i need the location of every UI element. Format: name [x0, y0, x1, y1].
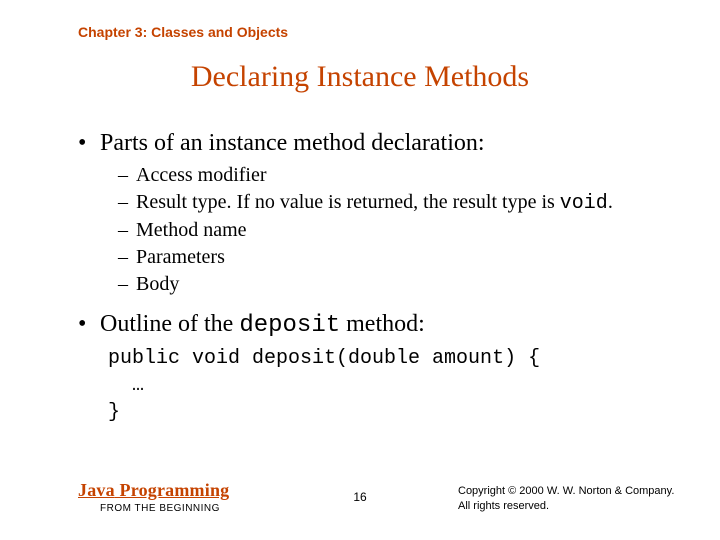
- dash: –: [118, 218, 136, 243]
- sub-result-type-text-a: Result type. If no value is returned, th…: [136, 191, 560, 213]
- slide: Chapter 3: Classes and Objects Declaring…: [0, 0, 720, 540]
- code-block: public void deposit(double amount) { … }: [108, 345, 660, 426]
- bullet-outline-text-a: Outline of the: [100, 311, 239, 337]
- copyright-line-1: Copyright © 2000 W. W. Norton & Company.: [458, 484, 678, 499]
- sub-parameters: –Parameters: [118, 245, 660, 270]
- bullet-outline-text-c: method:: [340, 311, 425, 337]
- bullet-outline: •Outline of the deposit method:: [78, 311, 660, 339]
- slide-title: Declaring Instance Methods: [0, 60, 720, 94]
- deposit-keyword: deposit: [239, 312, 340, 339]
- sub-result-type: –Result type. If no value is returned, t…: [118, 190, 660, 216]
- dash: –: [118, 272, 136, 297]
- sub-parameters-text: Parameters: [136, 246, 225, 268]
- code-line-2: …: [108, 372, 660, 399]
- sub-method-name: –Method name: [118, 218, 660, 243]
- sub-access-modifier: –Access modifier: [118, 163, 660, 188]
- copyright-line-2: All rights reserved.: [458, 499, 678, 514]
- sub-body-text: Body: [136, 273, 179, 295]
- dash: –: [118, 163, 136, 188]
- sub-body: –Body: [118, 272, 660, 297]
- chapter-label: Chapter 3: Classes and Objects: [78, 24, 288, 40]
- bullet-dot: •: [78, 130, 100, 157]
- void-keyword: void: [560, 192, 608, 215]
- dash: –: [118, 245, 136, 270]
- sub-result-type-text-c: .: [608, 191, 613, 213]
- copyright: Copyright © 2000 W. W. Norton & Company.…: [458, 484, 678, 514]
- slide-body: •Parts of an instance method declaration…: [78, 120, 660, 426]
- book-subtitle: FROM THE BEGINNING: [100, 503, 229, 514]
- code-line-1: public void deposit(double amount) {: [108, 345, 660, 372]
- dash: –: [118, 190, 136, 215]
- sub-method-name-text: Method name: [136, 219, 247, 241]
- code-line-3: }: [108, 399, 660, 426]
- sub-access-modifier-text: Access modifier: [136, 164, 267, 186]
- bullet-parts-text: Parts of an instance method declaration:: [100, 130, 485, 156]
- bullet-parts: •Parts of an instance method declaration…: [78, 130, 660, 157]
- bullet-dot: •: [78, 311, 100, 338]
